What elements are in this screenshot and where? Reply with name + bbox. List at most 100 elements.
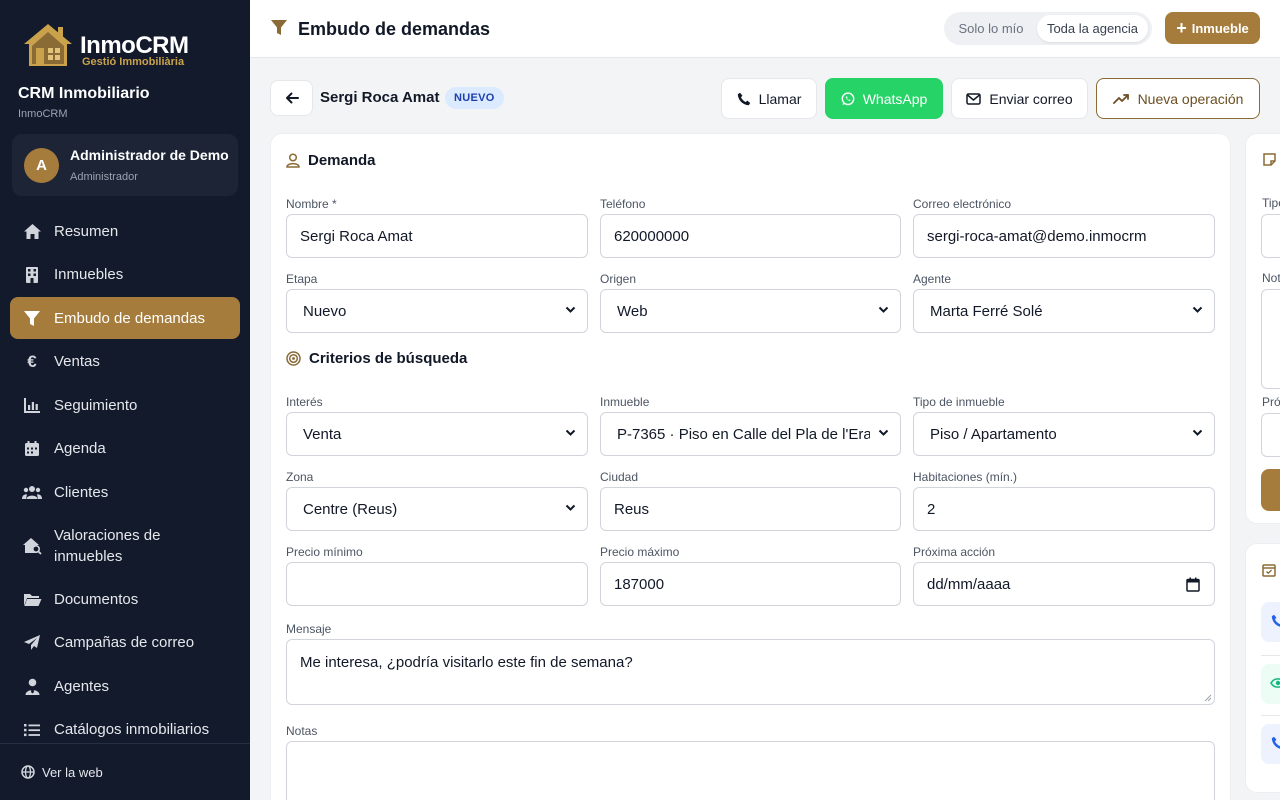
tipo-select[interactable]: Piso / Apartamento: [913, 412, 1215, 456]
zona-value: Centre (Reus): [303, 500, 398, 518]
sidebar-item-agentes[interactable]: Agentes: [10, 665, 240, 707]
sidebar-item-embudo[interactable]: Embudo de demandas: [10, 297, 240, 339]
proxima-accion-date-input[interactable]: dd/mm/aaaa: [913, 562, 1215, 606]
habitaciones-label: Habitaciones (mín.): [913, 470, 1018, 484]
tipo-value: Piso / Apartamento: [930, 425, 1057, 443]
send-email-button[interactable]: Enviar correo: [951, 78, 1088, 119]
sidebar-item-documentos[interactable]: Documentos: [10, 578, 240, 620]
avatar: A: [24, 148, 59, 183]
calendar-icon[interactable]: [1186, 577, 1200, 592]
divider: [1261, 655, 1280, 656]
paper-plane-icon: [22, 633, 42, 653]
agente-value: Marta Ferré Solé: [930, 302, 1043, 320]
side-notas-textarea[interactable]: [1261, 289, 1280, 389]
view-website-link[interactable]: Ver la web: [0, 743, 250, 800]
sidebar-item-label: Valoraciones de inmuebles: [54, 526, 161, 565]
origen-label: Origen: [600, 272, 637, 286]
sidebar-item-agenda[interactable]: Agenda: [10, 428, 240, 470]
resize-handle-icon[interactable]: [1204, 694, 1212, 702]
sidebar-item-label: Agenda: [54, 440, 106, 457]
send-email-label: Enviar correo: [989, 90, 1073, 107]
activity-item-visit[interactable]: [1261, 664, 1280, 704]
precio-min-input[interactable]: [286, 562, 588, 606]
phone-icon: [1271, 736, 1280, 749]
chevron-down-icon: [565, 429, 576, 436]
sidebar-item-label: Agentes: [54, 677, 110, 695]
scope-agency-option[interactable]: Toda la agencia: [1037, 15, 1148, 42]
precio-min-label: Precio mínimo: [286, 545, 363, 559]
chart-icon: [22, 395, 42, 415]
mensaje-value: Me interesa, ¿podría visitarlo este fin …: [300, 654, 633, 671]
org-subtitle: InmoCRM: [18, 108, 68, 120]
sidebar-item-clientes[interactable]: Clientes: [10, 471, 240, 513]
user-card[interactable]: A Administrador de Demo Administrador: [12, 134, 238, 196]
agente-select[interactable]: Marta Ferré Solé: [913, 289, 1215, 333]
precio-max-input[interactable]: 187000: [600, 562, 901, 606]
sidebar-item-campanas[interactable]: Campañas de correo: [10, 622, 240, 664]
status-badge: NUEVO: [445, 87, 504, 109]
inmueble-value: P-7365 · Piso en Calle del Pla de l'Era,…: [617, 425, 870, 443]
trend-up-icon: [1112, 93, 1129, 104]
side-proxima-label: Pró: [1262, 395, 1280, 409]
whatsapp-button[interactable]: WhatsApp: [825, 78, 943, 119]
notas-textarea[interactable]: [286, 741, 1215, 800]
inmueble-select[interactable]: P-7365 · Piso en Calle del Pla de l'Era,…: [600, 412, 901, 456]
view-website-label: Ver la web: [42, 764, 103, 780]
call-button-label: Llamar: [758, 90, 802, 107]
note-icon: [1263, 153, 1276, 166]
etapa-select[interactable]: Nuevo: [286, 289, 588, 333]
add-property-button[interactable]: + Inmueble: [1165, 12, 1260, 44]
habitaciones-input[interactable]: 2: [913, 487, 1215, 531]
back-button[interactable]: [270, 80, 313, 116]
side-tipo-select[interactable]: [1261, 214, 1280, 258]
new-operation-button[interactable]: Nueva operación: [1096, 78, 1260, 119]
chevron-down-icon: [1192, 429, 1203, 436]
email-input[interactable]: sergi-roca-amat@demo.inmocrm: [913, 214, 1215, 258]
telefono-input[interactable]: 620000000: [600, 214, 901, 258]
precio-max-label: Precio máximo: [600, 545, 680, 559]
scope-mine-option[interactable]: Solo lo mío: [948, 15, 1034, 42]
sidebar-item-seguimiento[interactable]: Seguimiento: [10, 384, 240, 426]
origen-select[interactable]: Web: [600, 289, 901, 333]
filter-icon: [22, 308, 42, 328]
user-role: Administrador: [70, 171, 138, 183]
sidebar-item-inmuebles[interactable]: Inmuebles: [10, 254, 240, 296]
folder-icon: [22, 589, 42, 609]
activity-item-call[interactable]: [1261, 724, 1280, 764]
sidebar-item-ventas[interactable]: € Ventas: [10, 341, 240, 383]
nombre-input[interactable]: Sergi Roca Amat: [286, 214, 588, 258]
phone-icon: [737, 92, 750, 105]
brand-logo[interactable]: InmoCRM Gestió Immobiliària: [20, 18, 190, 74]
side-proxima-input[interactable]: [1261, 413, 1280, 457]
ciudad-input[interactable]: Reus: [600, 487, 901, 531]
phone-icon: [1271, 614, 1280, 627]
tipo-label: Tipo de inmueble: [913, 395, 1005, 409]
mensaje-textarea[interactable]: Me interesa, ¿podría visitarlo este fin …: [286, 639, 1215, 705]
nombre-label: Nombre *: [286, 197, 337, 211]
origen-value: Web: [617, 302, 648, 320]
page-title: Embudo de demandas: [298, 19, 491, 39]
building-icon: [22, 265, 42, 285]
activity-item-call[interactable]: [1261, 602, 1280, 642]
sidebar-item-valoraciones[interactable]: Valoraciones de inmuebles: [10, 515, 240, 577]
user-name: Administrador de Demo: [70, 147, 229, 163]
ciudad-label: Ciudad: [600, 470, 639, 484]
sidebar-item-label: Inmuebles: [54, 266, 124, 283]
calendar-check-icon: [1262, 564, 1276, 577]
sidebar-item-label: Ventas: [54, 353, 100, 370]
whatsapp-icon: [841, 91, 855, 105]
sidebar-item-resumen[interactable]: Resumen: [10, 210, 240, 252]
chevron-down-icon: [565, 504, 576, 511]
side-save-button[interactable]: [1261, 469, 1280, 511]
interes-label: Interés: [286, 395, 323, 409]
zona-select[interactable]: Centre (Reus): [286, 487, 588, 531]
plus-icon: +: [1176, 18, 1187, 38]
interes-select[interactable]: Venta: [286, 412, 588, 456]
contact-name: Sergi Roca Amat: [320, 89, 440, 106]
chevron-down-icon: [878, 306, 889, 313]
interes-value: Venta: [303, 425, 342, 443]
side-activity-card: [1245, 543, 1280, 793]
whatsapp-button-label: WhatsApp: [862, 90, 928, 107]
brand-tagline: Gestió Immobiliària: [82, 56, 185, 68]
call-button[interactable]: Llamar: [721, 78, 817, 119]
